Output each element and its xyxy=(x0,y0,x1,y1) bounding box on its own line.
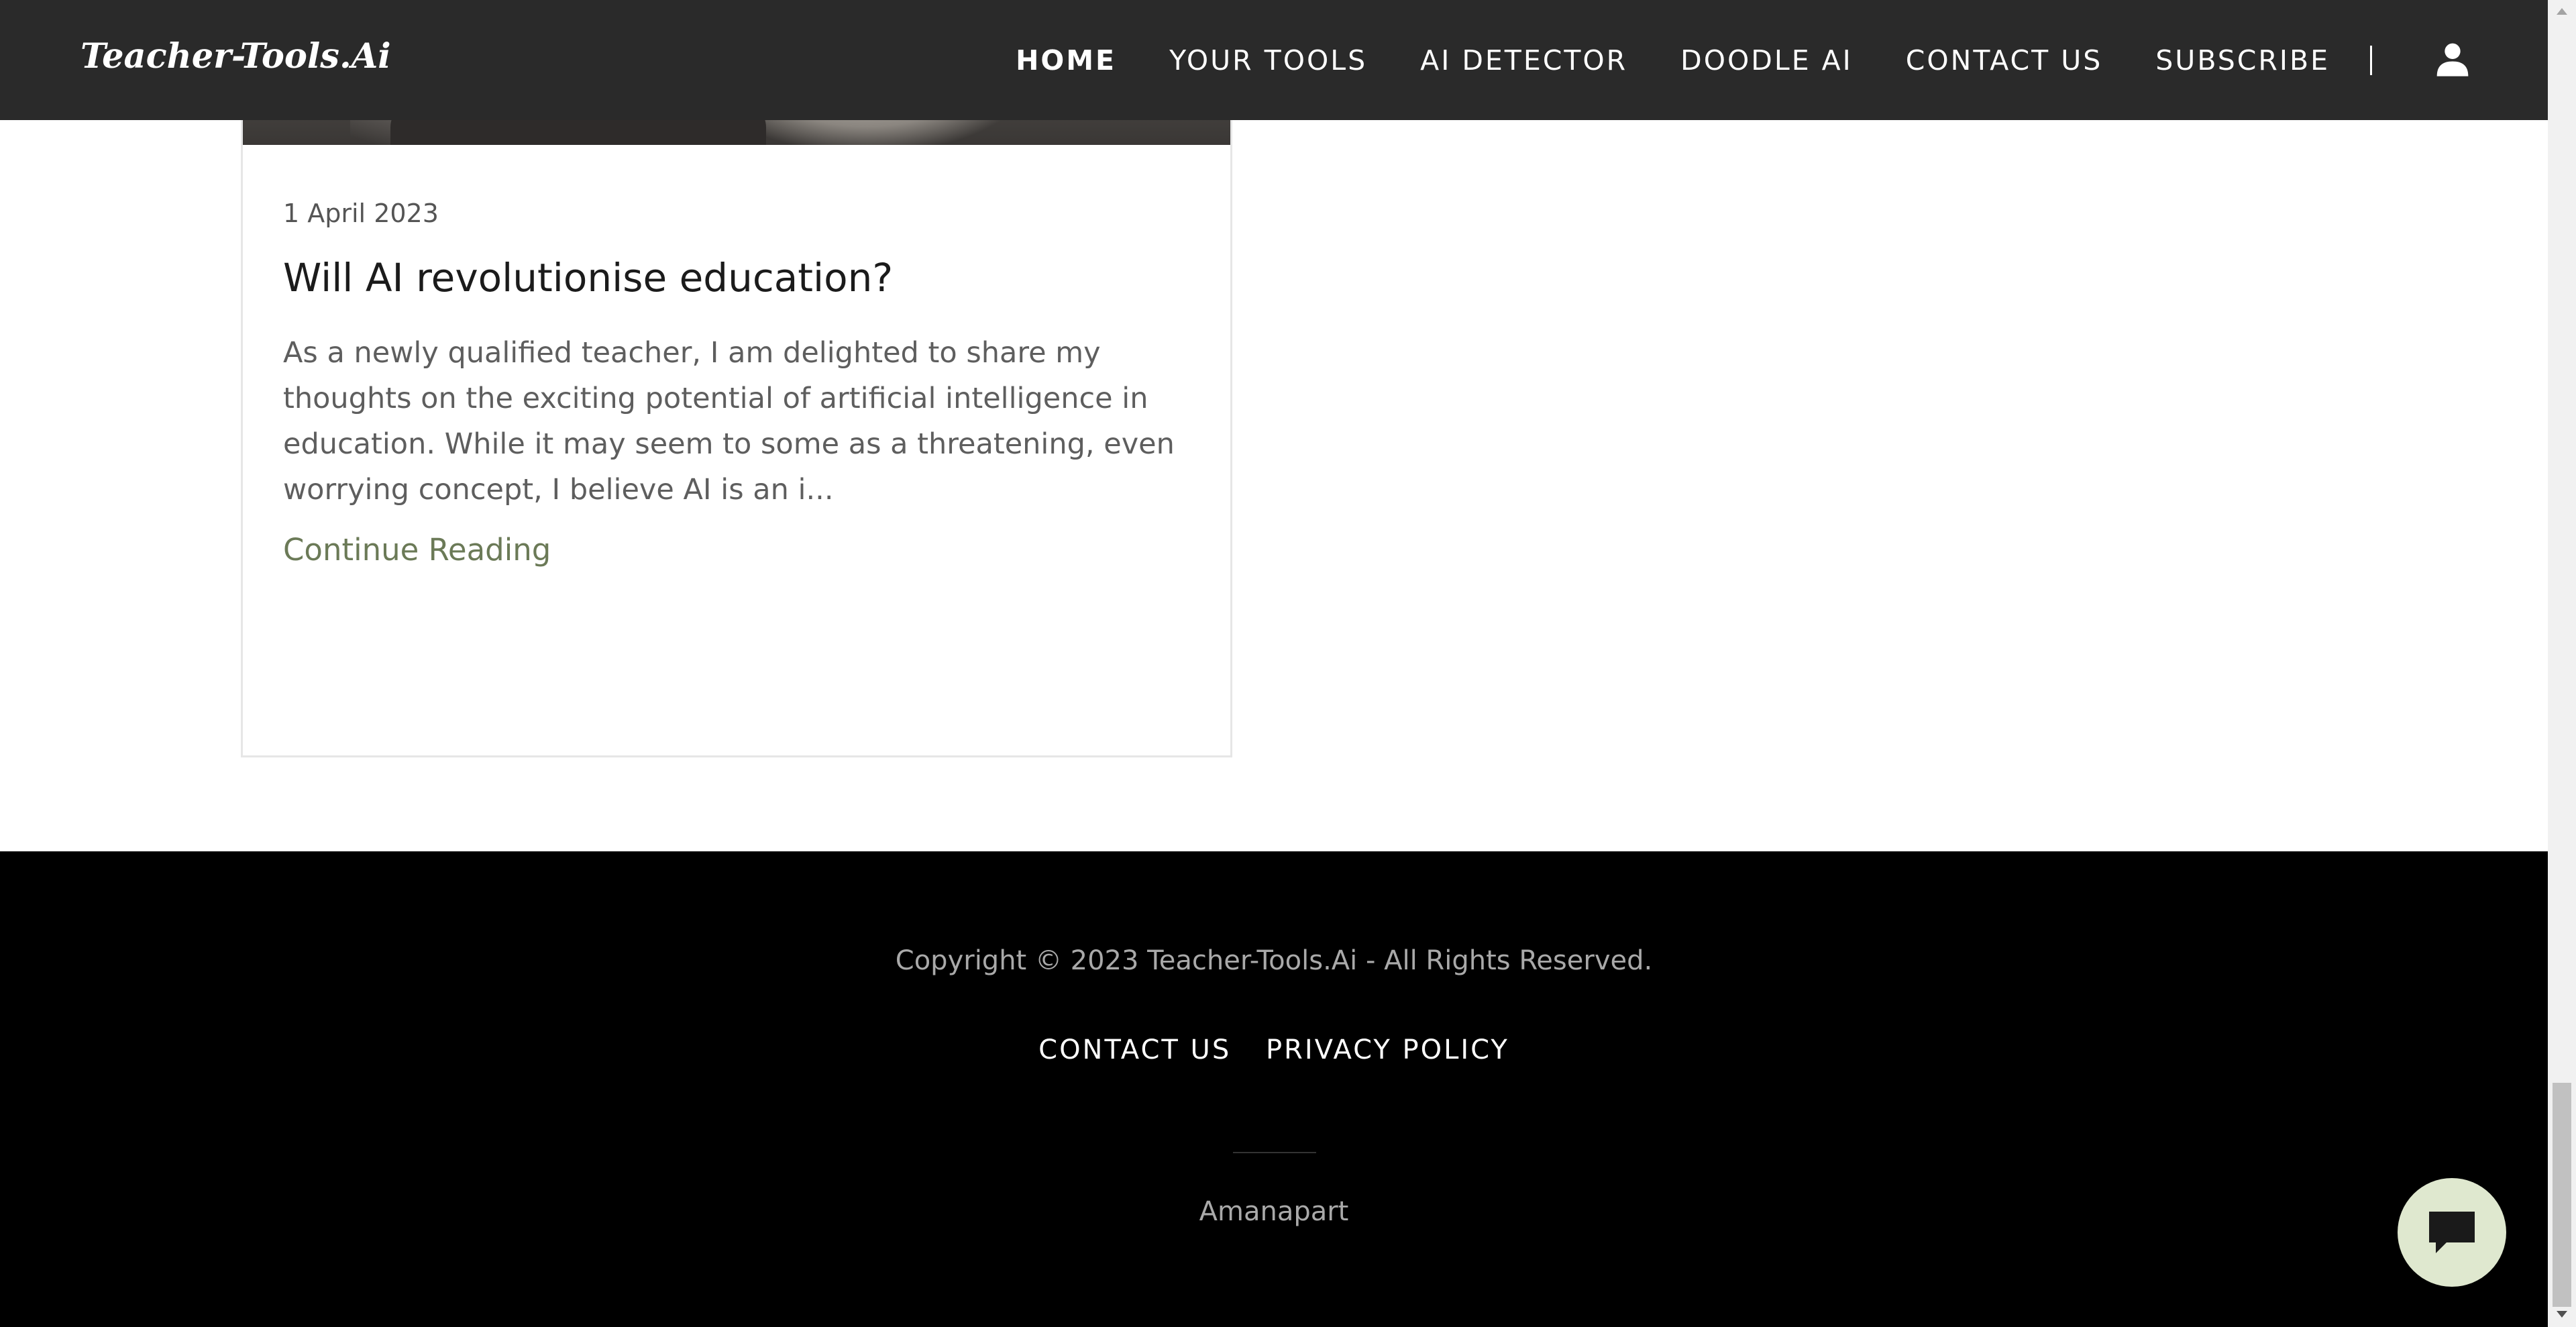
footer-divider xyxy=(1233,1152,1316,1153)
article-title[interactable]: Will AI revolutionise education? xyxy=(283,255,893,301)
nav-contact-us[interactable]: CONTACT US xyxy=(1906,44,2103,76)
chat-button[interactable] xyxy=(2398,1178,2506,1287)
scrollbar-thumb[interactable] xyxy=(2553,1083,2571,1307)
footer-credit: Amanapart xyxy=(1199,1196,1349,1227)
nav-ai-detector[interactable]: AI DETECTOR xyxy=(1420,44,1627,76)
footer-link-privacy-policy[interactable]: PRIVACY POLICY xyxy=(1266,1034,1509,1065)
main-nav: HOME YOUR TOOLS AI DETECTOR DOODLE AI CO… xyxy=(963,0,2372,120)
site-footer: Copyright © 2023 Teacher-Tools.Ai - All … xyxy=(0,851,2548,1327)
nav-home[interactable]: HOME xyxy=(1016,44,1116,76)
page: Teacher-Tools.Ai HOME YOUR TOOLS AI DETE… xyxy=(0,0,2576,1327)
article-date: 1 April 2023 xyxy=(283,199,439,228)
nav-subscribe[interactable]: SUBSCRIBE xyxy=(2155,44,2330,76)
scroll-down-arrow-icon[interactable] xyxy=(2557,1311,2567,1318)
nav-your-tools[interactable]: YOUR TOOLS xyxy=(1169,44,1367,76)
chat-icon xyxy=(2429,1212,2475,1253)
nav-doodle-ai[interactable]: DOODLE AI xyxy=(1680,44,1853,76)
vertical-scrollbar[interactable] xyxy=(2548,0,2576,1327)
scroll-up-arrow-icon[interactable] xyxy=(2557,8,2567,15)
nav-divider xyxy=(2370,45,2372,75)
user-icon[interactable] xyxy=(2434,40,2471,78)
footer-link-contact-us[interactable]: CONTACT US xyxy=(1038,1034,1231,1065)
article-excerpt: As a newly qualified teacher, I am delig… xyxy=(283,336,1175,507)
site-logo[interactable]: Teacher-Tools.Ai xyxy=(80,36,391,76)
footer-links: CONTACT US PRIVACY POLICY xyxy=(0,1034,2548,1065)
continue-reading-link[interactable]: Continue Reading xyxy=(283,532,551,568)
site-header: Teacher-Tools.Ai HOME YOUR TOOLS AI DETE… xyxy=(0,0,2548,120)
copyright-text: Copyright © 2023 Teacher-Tools.Ai - All … xyxy=(895,945,1653,976)
